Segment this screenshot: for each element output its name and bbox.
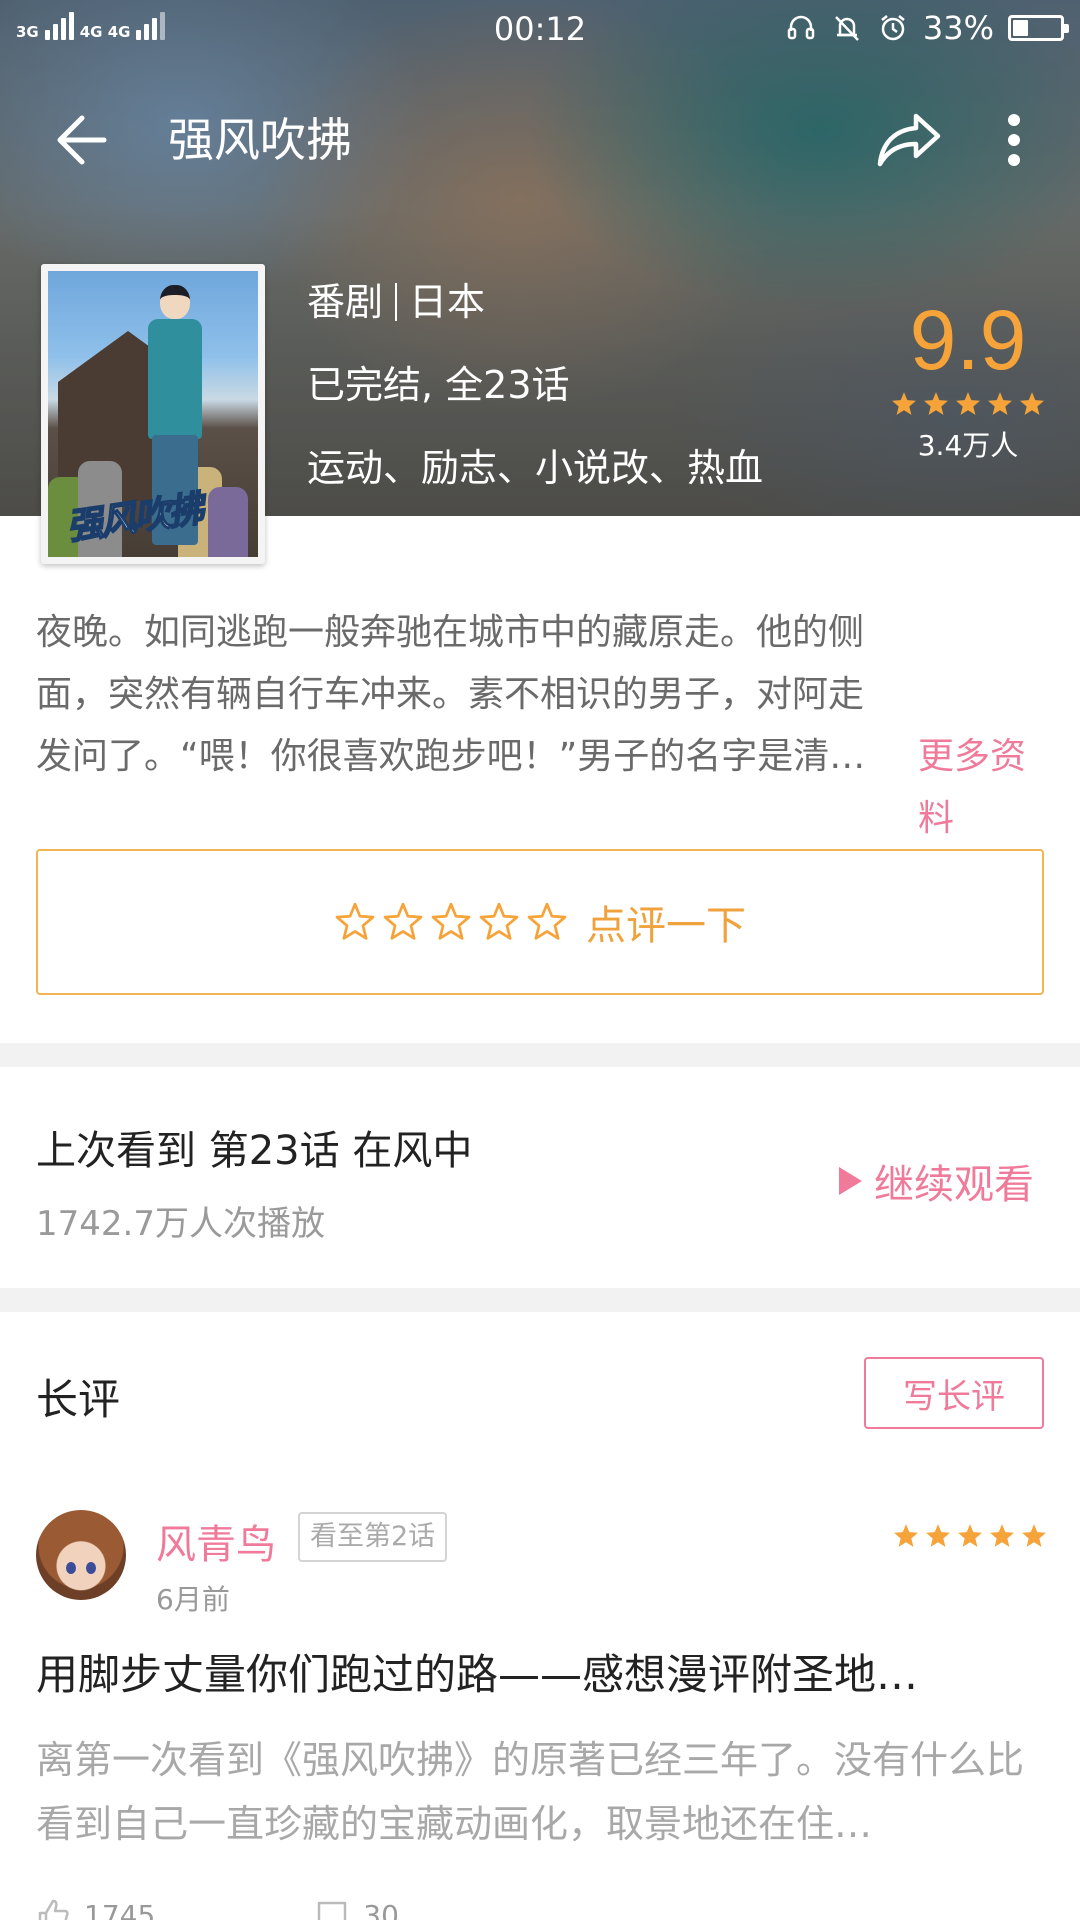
- review-date: 6月前: [156, 1583, 230, 1616]
- play-icon: [839, 1167, 862, 1195]
- headset-icon: [785, 12, 817, 44]
- score-star-icon: [1020, 392, 1044, 415]
- score-value: 9.9: [909, 293, 1027, 387]
- type-region-row: 番剧 日本: [307, 278, 763, 361]
- status-bar: 3G 4G 4G 00:12 33%: [0, 0, 1080, 56]
- anime-info: 番剧 日本 已完结, 全23话 运动、励志、小说改、热血: [307, 278, 763, 527]
- last-watched: 上次看到 第23话 在风中: [36, 1128, 473, 1174]
- like-button[interactable]: 1745: [36, 1898, 155, 1920]
- rating-count: 3.4万人: [917, 429, 1019, 462]
- continue-label: 继续观看: [874, 1162, 1034, 1208]
- comment-icon: [318, 1901, 347, 1920]
- battery-fill: [1013, 20, 1029, 36]
- thumbs-up-icon: [38, 1899, 69, 1920]
- like-count: 1745: [84, 1898, 156, 1920]
- genre-tags: 运动、励志、小说改、热血: [307, 446, 764, 490]
- battery-percent: 33%: [922, 9, 994, 47]
- write-long-review-button[interactable]: 写长评: [864, 1357, 1044, 1429]
- empty-rating-star-icon: [383, 902, 423, 940]
- watch-progress-badge: 看至第2话: [298, 1512, 448, 1562]
- continue-watching-button[interactable]: 继续观看: [836, 1152, 1034, 1210]
- score-star-icon: [956, 392, 980, 415]
- review-body[interactable]: 离第一次看到《强风吹拂》的原著已经三年了。没有什么比看到自己一直珍藏的宝藏动画化…: [36, 1728, 1046, 1856]
- more-options-button[interactable]: [996, 110, 1032, 170]
- score-star-icon: [988, 392, 1012, 415]
- review-stars: [892, 1522, 1048, 1550]
- score-panel: 9.9 3.4万人: [888, 296, 1048, 464]
- top-bar: 强风吹拂: [0, 100, 1080, 180]
- score-stars: [888, 390, 1048, 418]
- score-star-icon: [924, 392, 948, 415]
- anime-region: 日本: [409, 280, 486, 324]
- poster-artwork: 强风吹拂: [48, 271, 258, 557]
- empty-rating-star-icon: [479, 902, 519, 940]
- poster-image[interactable]: 强风吹拂: [41, 264, 265, 564]
- comment-button[interactable]: 30: [315, 1898, 399, 1920]
- anime-type: 番剧: [307, 280, 384, 324]
- empty-rating-star-icon: [527, 902, 567, 940]
- section-divider: [0, 1043, 1080, 1067]
- divider: [395, 283, 398, 321]
- review-title[interactable]: 用脚步丈量你们跑过的路——感想漫评附圣地…: [36, 1646, 1046, 1704]
- empty-rating-star-icon: [431, 902, 471, 940]
- comment-count: 30: [363, 1898, 399, 1920]
- score-star-icon: [892, 392, 916, 415]
- back-button[interactable]: [52, 110, 112, 170]
- empty-rating-stars: [334, 901, 568, 943]
- more-vertical-icon: [1008, 114, 1020, 166]
- synopsis: 夜晚。如同逃跑一般奔驰在城市中的藏原走。他的侧面，突然有辆自行车冲来。素不相识的…: [36, 602, 1046, 839]
- back-arrow-icon: [57, 115, 107, 165]
- battery-icon: [1008, 15, 1069, 41]
- review-star-icon: [1022, 1524, 1046, 1547]
- long-review-title: 长评: [36, 1375, 121, 1424]
- rate-button[interactable]: 点评一下: [36, 849, 1044, 995]
- review-star-icon: [958, 1524, 982, 1547]
- more-info-link[interactable]: 更多资料: [918, 726, 1046, 850]
- review-star-icon: [990, 1524, 1014, 1547]
- review-actions: 1745 30: [36, 1898, 399, 1920]
- review-star-icon: [926, 1524, 950, 1547]
- reviewer-name[interactable]: 风青鸟: [156, 1512, 276, 1570]
- section-divider-2: [0, 1288, 1080, 1312]
- rate-label: 点评一下: [586, 903, 746, 949]
- share-button[interactable]: [876, 110, 942, 170]
- share-icon: [877, 113, 941, 167]
- page-title: 强风吹拂: [168, 113, 352, 167]
- synopsis-text: 夜晚。如同逃跑一般奔驰在城市中的藏原走。他的侧面，突然有辆自行车冲来。素不相识的…: [36, 612, 866, 777]
- episode-status: 已完结, 全23话: [307, 363, 570, 407]
- alarm-icon: [877, 12, 909, 44]
- status-icons: 33%: [785, 9, 1069, 47]
- avatar[interactable]: [36, 1510, 126, 1600]
- play-count: 1742.7万人次播放: [36, 1204, 325, 1244]
- review-star-icon: [894, 1524, 918, 1547]
- notification-off-icon: [831, 12, 863, 44]
- empty-rating-star-icon: [335, 902, 375, 940]
